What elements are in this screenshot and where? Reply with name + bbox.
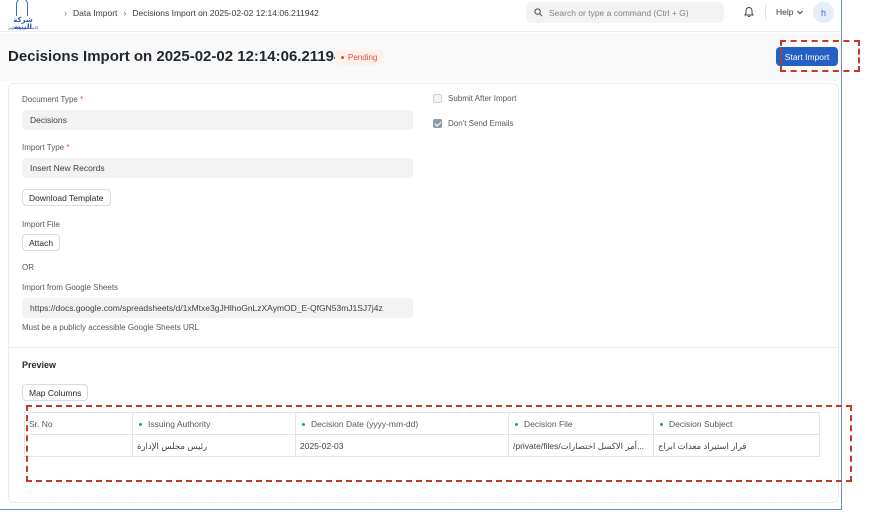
column-status-dot-icon — [139, 422, 142, 426]
chevron-right-icon: › — [123, 8, 127, 18]
help-label: Help — [776, 7, 794, 17]
breadcrumb: › Data Import › Decisions Import on 2025… — [58, 7, 319, 19]
import-file-label: Import File — [22, 220, 60, 229]
document-type-label: Document Type * — [22, 95, 84, 104]
column-header-decision-subject[interactable]: Decision Subject — [654, 413, 820, 435]
checkbox-unchecked-icon[interactable] — [433, 94, 442, 103]
import-type-field[interactable]: Insert New Records — [22, 158, 413, 178]
start-import-button[interactable]: Start Import — [776, 47, 838, 66]
breadcrumb-data-import[interactable]: Data Import — [73, 8, 117, 18]
status-badge: Pending — [335, 50, 384, 65]
dont-send-emails-label: Don't Send Emails — [448, 119, 514, 128]
import-type-label: Import Type * — [22, 143, 70, 152]
preview-title: Preview — [22, 360, 57, 370]
column-status-dot-icon — [302, 422, 305, 426]
company-logo[interactable]: شركة البنية للاستثمار والتطوير — [6, 0, 38, 32]
status-dot-icon — [341, 56, 344, 59]
checkbox-checked-icon[interactable] — [433, 119, 442, 128]
attach-button[interactable]: Attach — [22, 234, 61, 251]
dont-send-emails-checkbox[interactable]: Don't Send Emails — [433, 119, 514, 128]
column-status-dot-icon — [515, 422, 518, 426]
google-sheets-help: Must be a publicly accessible Google She… — [22, 323, 199, 332]
column-header-issuing-authority[interactable]: Issuing Authority — [133, 413, 296, 435]
column-header-sr-no[interactable]: Sr. No — [24, 413, 133, 435]
submit-after-import-checkbox[interactable]: Submit After Import — [433, 94, 516, 103]
search-input[interactable] — [549, 7, 719, 18]
logo-subtext: للاستثمار والتطوير — [7, 25, 39, 30]
breadcrumb-current[interactable]: Decisions Import on 2025-02-02 12:14:06.… — [132, 8, 319, 18]
submit-after-import-label: Submit After Import — [448, 94, 517, 103]
cell-sr-no — [24, 435, 133, 457]
window-border-bottom — [0, 509, 842, 510]
google-sheets-url-input[interactable]: https://docs.google.com/spreadsheets/d/1… — [22, 298, 413, 318]
preview-table: Sr. No Issuing Authority Decision Date (… — [24, 412, 820, 457]
cell-decision-date: 2025-02-03 — [296, 435, 509, 457]
status-label: Pending — [348, 53, 378, 62]
help-dropdown[interactable]: Help — [776, 7, 804, 17]
navbar-divider — [765, 5, 766, 20]
cell-decision-subject: قرار استيراد معدات ابراج — [654, 435, 820, 457]
page-title: Decisions Import on 2025-02-02 12:14:06.… — [8, 48, 351, 65]
search-icon — [534, 8, 543, 17]
section-divider — [9, 347, 838, 348]
navbar: شركة البنية للاستثمار والتطوير › Data Im… — [0, 0, 841, 32]
or-text: OR — [22, 263, 34, 272]
table-header-row: Sr. No Issuing Authority Decision Date (… — [24, 413, 820, 435]
bell-icon[interactable] — [743, 6, 755, 18]
cell-issuing-authority: رئيس مجلس الإدارة — [133, 435, 296, 457]
map-columns-button[interactable]: Map Columns — [22, 384, 89, 401]
column-status-dot-icon — [660, 422, 663, 426]
logo-arch-icon — [16, 0, 28, 16]
cell-decision-file: /private/files/أمر الاكسل اختصارات... — [509, 435, 654, 457]
table-row: رئيس مجلس الإدارة 2025-02-03 /private/fi… — [24, 435, 820, 457]
chevron-down-icon — [797, 10, 804, 15]
search-bar[interactable] — [526, 2, 724, 23]
google-sheets-label: Import from Google Sheets — [22, 283, 119, 292]
document-type-field[interactable]: Decisions — [22, 110, 413, 130]
column-header-decision-date[interactable]: Decision Date (yyyy-mm-dd) — [296, 413, 509, 435]
avatar[interactable]: h — [813, 2, 834, 23]
window-border-right — [841, 0, 842, 510]
download-template-button[interactable]: Download Template — [22, 189, 111, 206]
chevron-right-icon: › — [64, 8, 67, 18]
column-header-decision-file[interactable]: Decision File — [509, 413, 654, 435]
